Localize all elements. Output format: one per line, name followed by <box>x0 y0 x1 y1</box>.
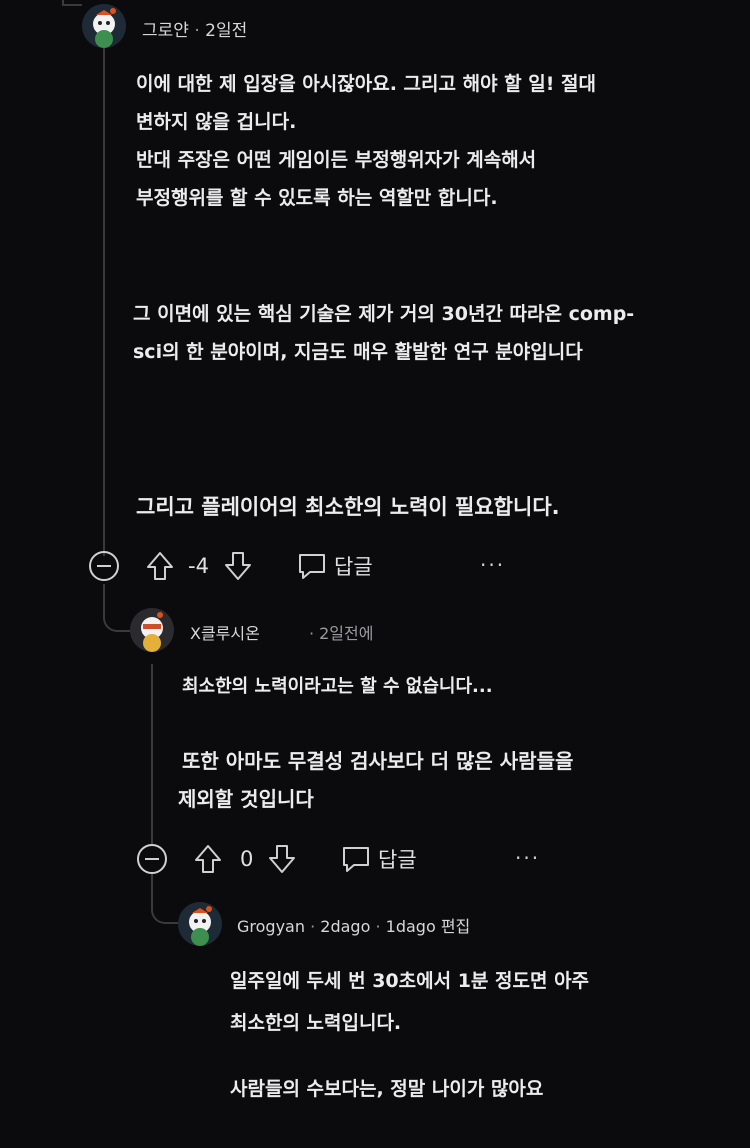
reply-label: 답글 <box>378 848 417 872</box>
separator: · <box>308 624 315 643</box>
separator: · <box>375 917 381 936</box>
comment-body: 최소한의 노력이라고는 할 수 없습니다... <box>182 668 702 706</box>
thread-curve <box>62 4 82 6</box>
author-name[interactable]: 그로얀 <box>142 21 189 41</box>
thread-line <box>103 48 105 556</box>
author-name[interactable]: X클루시온 <box>190 624 260 643</box>
comment-line: 그 이면에 있는 핵심 기술은 제가 거의 30년간 따라온 comp- <box>133 303 635 325</box>
comment-meta: 그로얀 · 2일전 <box>142 16 247 41</box>
comment-line: 이에 대한 제 입장을 아시잖아요. 그리고 해야 할 일! 절대 <box>136 73 596 95</box>
timestamp: 2일전에 <box>319 624 374 643</box>
comment-line: 제외할 것입니다 <box>178 787 314 811</box>
comment-body: 그 이면에 있는 핵심 기술은 제가 거의 30년간 따라온 comp- sci… <box>133 295 733 371</box>
comment-body: 그리고 플레이어의 최소한의 노력이 필요합니다. <box>136 488 736 526</box>
timestamp: 2일전 <box>205 21 248 41</box>
comment-line: 변하지 않을 겁니다. <box>136 111 297 133</box>
downvote-icon[interactable] <box>222 550 254 582</box>
comment-body: 이에 대한 제 입장을 아시잖아요. 그리고 해야 할 일! 절대 변하지 않을… <box>136 65 716 217</box>
timestamp: 2dago <box>320 917 371 936</box>
downvote-icon[interactable] <box>266 843 298 875</box>
comment-body: 제외할 것입니다 <box>178 780 698 818</box>
avatar[interactable] <box>130 608 174 652</box>
comment-meta: X클루시온 · 2일전에 <box>190 620 373 644</box>
upvote-icon[interactable] <box>144 550 176 582</box>
avatar[interactable] <box>178 902 222 946</box>
upvote-icon[interactable] <box>192 843 224 875</box>
reply-button[interactable]: 답글 <box>296 550 373 582</box>
thread-connector <box>103 584 131 632</box>
avatar[interactable] <box>82 4 126 48</box>
edited-label: 1dago 편집 <box>385 917 471 936</box>
more-options-button[interactable]: ··· <box>515 846 540 870</box>
comment-line: 사람들의 수보다는, 정말 나이가 많아요 <box>230 1078 544 1100</box>
comment-body: 사람들의 수보다는, 정말 나이가 많아요 <box>230 1070 710 1108</box>
author-name[interactable]: Grogyan <box>237 917 305 936</box>
comment-line: sci의 한 분야이며, 지금도 매우 활발한 연구 분야입니다 <box>133 341 583 363</box>
comment-line: 최소한의 노력이라고는 할 수 없습니다... <box>182 676 493 697</box>
more-options-button[interactable]: ··· <box>480 553 505 577</box>
avatar-icon <box>82 4 126 48</box>
avatar-icon <box>178 902 222 946</box>
comment-icon <box>343 847 369 872</box>
comment-line: 또한 아마도 무결성 검사보다 더 많은 사람들을 <box>182 749 574 773</box>
collapse-icon[interactable] <box>88 550 120 582</box>
comment-line: 그리고 플레이어의 최소한의 노력이 필요합니다. <box>136 495 560 519</box>
comment-meta: Grogyan · 2dago · 1dago 편집 <box>237 913 470 937</box>
vote-score: -4 <box>188 554 209 578</box>
comment-body: 일주일에 두세 번 30초에서 1분 정도면 아주 최소한의 노력입니다. <box>230 960 710 1044</box>
separator: · <box>194 21 200 41</box>
thread-connector-2 <box>151 874 179 924</box>
collapse-icon[interactable] <box>136 843 168 875</box>
comment-icon <box>299 554 325 579</box>
comment-line: 반대 주장은 어떤 게임이든 부정행위자가 계속해서 <box>136 149 537 171</box>
thread-line-2 <box>151 664 153 844</box>
comment-line: 일주일에 두세 번 30초에서 1분 정도면 아주 <box>230 970 590 992</box>
comment-actions: 0 답글 <box>136 843 417 875</box>
comment-line: 최소한의 노력입니다. <box>230 1012 402 1034</box>
separator: · <box>310 917 316 936</box>
reply-label: 답글 <box>334 555 373 579</box>
avatar-icon <box>130 608 174 652</box>
comment-actions: -4 답글 <box>88 550 373 582</box>
reply-button[interactable]: 답글 <box>340 843 417 875</box>
comment-line: 부정행위를 할 수 있도록 하는 역할만 합니다. <box>136 187 498 209</box>
comment-body: 또한 아마도 무결성 검사보다 더 많은 사람들을 <box>182 742 702 780</box>
vote-score: 0 <box>240 847 254 871</box>
